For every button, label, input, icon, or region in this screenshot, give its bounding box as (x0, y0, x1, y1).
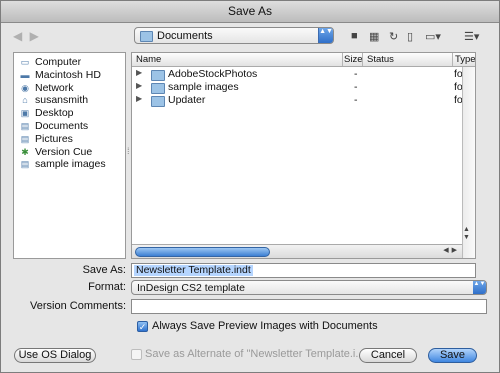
sidebar-item-desktop[interactable]: ▣ Desktop (14, 107, 125, 120)
popup-arrows-icon: ▲▼ (473, 281, 486, 294)
popup-arrows-icon: ▲▼ (318, 28, 333, 43)
version-comments-label: Version Comments: (30, 300, 126, 312)
column-size[interactable]: Size (344, 54, 362, 65)
folder-icon: ▤ (20, 133, 30, 144)
location-popup[interactable]: Documents ▲▼ (134, 27, 334, 44)
sidebar-item-computer[interactable]: ▭ Computer (14, 56, 125, 69)
file-name: Updater (168, 94, 206, 106)
scroll-arrows-icon[interactable]: ▲ ▼ (463, 226, 474, 242)
column-divider[interactable] (342, 53, 343, 66)
sidebar-item-label: Desktop (35, 107, 74, 120)
sidebar-item-sample-images[interactable]: ▤ sample images (14, 158, 125, 171)
format-value: InDesign CS2 template (137, 282, 245, 294)
scroll-thumb[interactable] (135, 247, 270, 257)
file-size: - (354, 94, 358, 106)
filename-text: Newsletter Template.indt (134, 264, 253, 276)
format-label: Format: (88, 281, 126, 293)
sidebar-item-label: Version Cue (35, 145, 93, 158)
computer-icon: ▭ (20, 57, 30, 67)
sidebar-item-network[interactable]: ◉ Network (14, 82, 125, 95)
alternate-checkbox-label[interactable]: Save as Alternate of "Newsletter Templat… (145, 348, 365, 360)
sidebar-item-label: Macintosh HD (35, 68, 101, 81)
horizontal-scrollbar[interactable]: ◀▶ (132, 244, 462, 258)
file-name: sample images (168, 81, 239, 93)
scroll-arrows-icon[interactable]: ◀▶ (443, 246, 460, 254)
save-as-dialog: Save As ◀ ▶ Documents ▲▼ ■ ▦ ↻ ▯ ▭▾ ☰▾ ▭… (0, 0, 500, 373)
sidebar-item-version-cue[interactable]: ✱ Version Cue (14, 146, 125, 159)
file-size: - (354, 68, 358, 80)
home-icon: ⌂ (22, 95, 28, 106)
disclosure-triangle-icon[interactable]: ▶ (136, 94, 142, 103)
window-title: Save As (1, 1, 499, 23)
folder-icon (140, 31, 153, 42)
list-item[interactable]: ▶ sample images - folde (132, 81, 475, 94)
project-folder-icon[interactable]: ▦ (369, 30, 379, 43)
sidebar-item-documents[interactable]: ▤ Documents (14, 120, 125, 133)
new-folder-icon[interactable]: ■ (351, 30, 358, 42)
desktop-icon: ▣ (20, 108, 30, 119)
preview-checkbox-label[interactable]: Always Save Preview Images with Document… (152, 320, 378, 332)
sidebar-item-pictures[interactable]: ▤ Pictures (14, 133, 125, 146)
sidebar-item-susansmith[interactable]: ⌂ susansmith (14, 94, 125, 107)
column-status[interactable]: Status (367, 54, 394, 65)
trash-icon[interactable]: ▯ (407, 30, 413, 43)
folder-icon (151, 83, 165, 94)
file-size: - (354, 81, 358, 93)
sidebar-item-label: Pictures (35, 132, 73, 145)
sidebar-item-label: susansmith (35, 94, 89, 107)
list-item[interactable]: ▶ AdobeStockPhotos - folde (132, 68, 475, 81)
sidebar-item-label: Computer (35, 56, 82, 68)
folder-icon (151, 96, 165, 107)
file-name: AdobeStockPhotos (168, 68, 258, 80)
version-comments-field[interactable] (131, 299, 487, 314)
column-divider[interactable] (452, 53, 453, 66)
folder-icon: ▤ (20, 159, 30, 170)
sidebar: ▭ Computer ▬ Macintosh HD ◉ Network ⌂ susans… (13, 52, 126, 259)
use-os-dialog-button[interactable]: Use OS Dialog (14, 348, 96, 363)
refresh-icon[interactable]: ↻ (389, 30, 398, 43)
sidebar-item-label: sample images (35, 158, 106, 171)
disclosure-triangle-icon[interactable]: ▶ (136, 81, 142, 90)
sidebar-item-label: Documents (35, 119, 89, 132)
save-as-field[interactable]: Newsletter Template.indt (131, 263, 476, 278)
cancel-button[interactable]: Cancel (359, 348, 417, 363)
alternate-checkbox[interactable] (131, 349, 142, 360)
network-icon: ◉ (21, 82, 29, 93)
format-select[interactable]: InDesign CS2 template ▲▼ (131, 280, 487, 295)
disclosure-triangle-icon[interactable]: ▶ (136, 68, 142, 77)
sidebar-item-label: Network (35, 81, 74, 94)
folder-icon (151, 70, 165, 81)
column-type[interactable]: Type (455, 54, 475, 65)
save-button[interactable]: Save (428, 348, 477, 363)
save-as-label: Save As: (82, 264, 126, 276)
folder-icon: ▤ (20, 120, 30, 131)
column-divider[interactable] (362, 53, 363, 66)
back-forward-icon[interactable]: ◀ ▶ (13, 29, 41, 43)
splitter-handle[interactable]: ⁞ (127, 146, 130, 158)
actions-menu-icon[interactable]: ▭▾ (425, 30, 441, 43)
hard-drive-icon: ▬ (20, 69, 30, 80)
column-header: Name Size Status Type (132, 53, 475, 67)
column-name[interactable]: Name (136, 54, 161, 65)
file-browser: Name Size Status Type ▶ AdobeStockPhotos… (131, 52, 476, 259)
location-label: Documents (157, 30, 213, 42)
list-item[interactable]: ▶ Updater - folde (132, 94, 475, 107)
sidebar-item-macintosh-hd[interactable]: ▬ Macintosh HD (14, 69, 125, 82)
version-cue-icon: ✱ (21, 146, 29, 157)
view-menu-icon[interactable]: ☰▾ (464, 30, 479, 43)
vertical-scrollbar[interactable]: ▲ ▼ (462, 67, 475, 258)
preview-checkbox[interactable]: ✓ (137, 321, 148, 332)
